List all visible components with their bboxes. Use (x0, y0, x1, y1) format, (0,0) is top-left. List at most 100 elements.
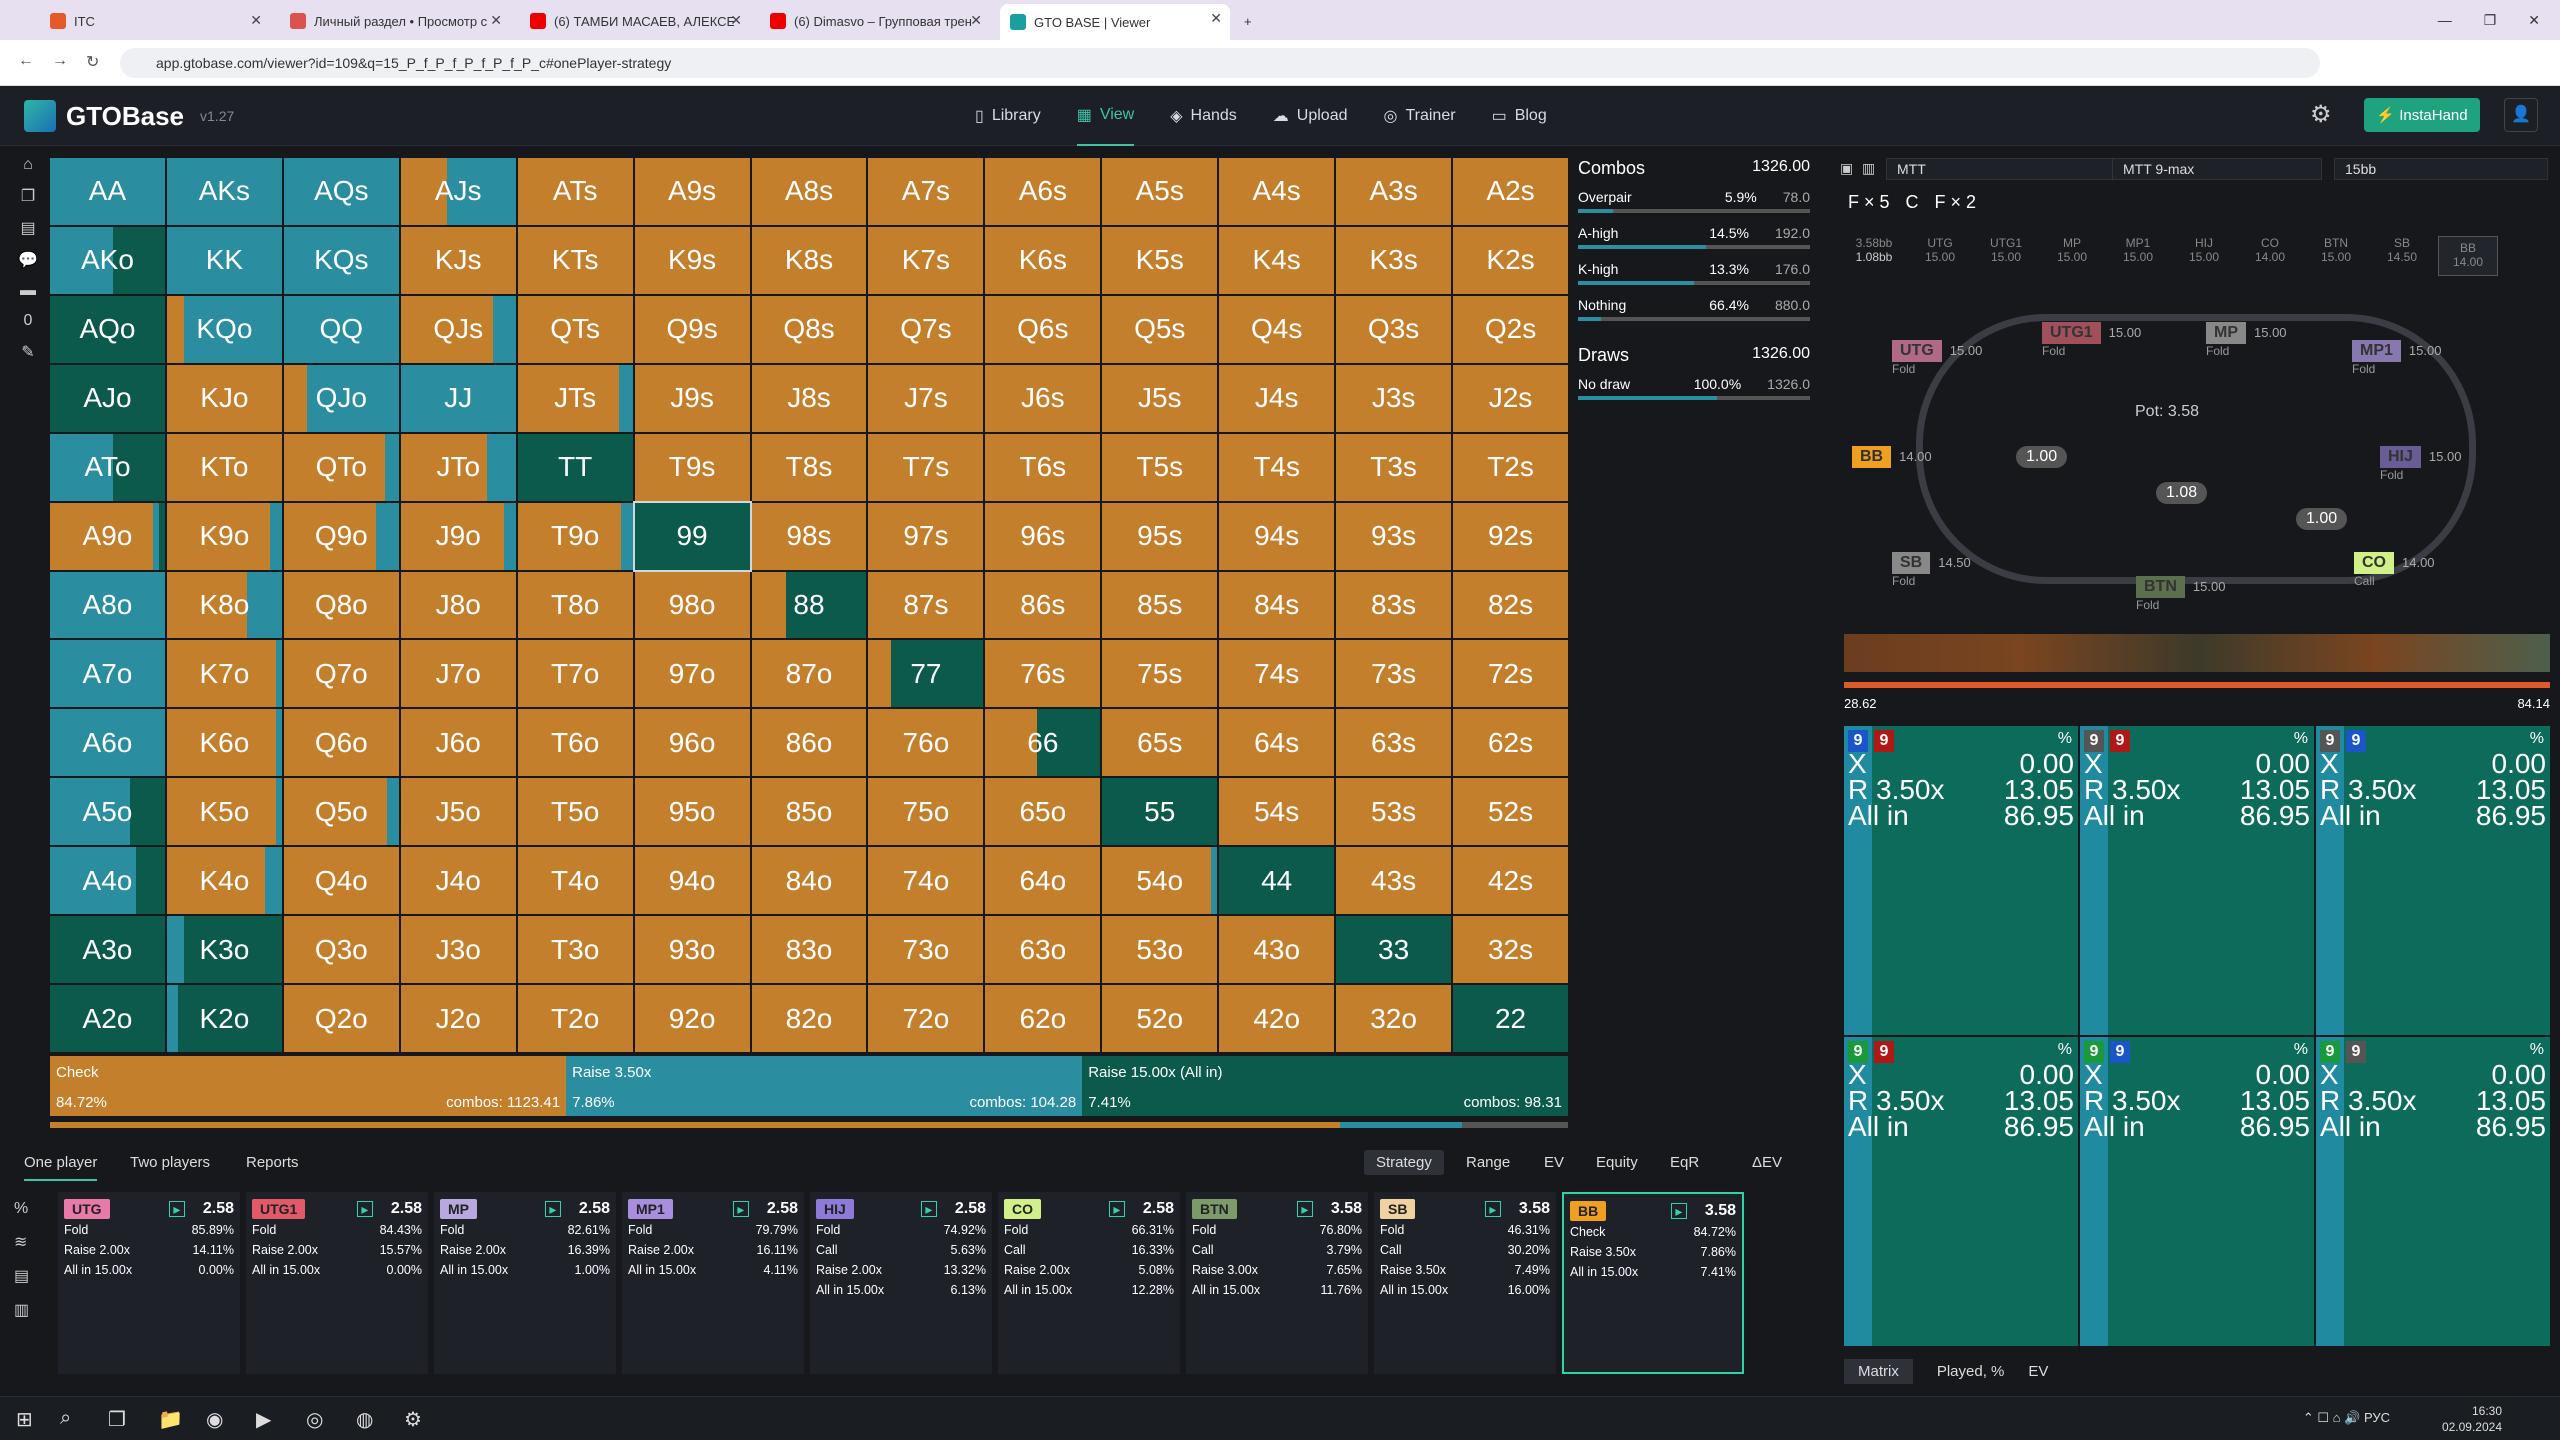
hand-cell[interactable]: K5s (1102, 226, 1218, 294)
hand-cell[interactable]: J8s (751, 364, 867, 432)
table-player[interactable]: MP1 15.00 Fold (2352, 340, 2441, 376)
action-segment[interactable]: Raise 15.00x (All in) 7.41% combos: 98.31 (1082, 1056, 1568, 1116)
hand-cell[interactable]: ATo (50, 433, 165, 501)
tab-ev[interactable]: EV (1544, 1154, 1564, 1171)
hand-cell[interactable]: 32s (1453, 916, 1568, 984)
instahand-button[interactable]: ⚡ InstaHand (2364, 98, 2480, 132)
hand-cell[interactable]: Q4o (283, 847, 399, 915)
combo-card[interactable]: 9 9% X 0.00 R 3.50x 13.05 All in 86.95 (1844, 1037, 2078, 1346)
hand-cell[interactable]: 22 (1453, 985, 1568, 1052)
hand-cell[interactable]: Q7s (868, 295, 984, 363)
back-icon[interactable]: ← (18, 52, 34, 70)
hand-cell[interactable]: 65s (1102, 709, 1218, 777)
hand-cell[interactable]: 42s (1453, 847, 1568, 915)
play-icon[interactable]: ▸ (544, 1201, 561, 1217)
hand-cell[interactable]: TT (517, 433, 633, 501)
hand-cell[interactable]: QTo (283, 433, 399, 501)
hand-cell[interactable]: A6s (985, 158, 1101, 225)
table-player[interactable]: UTG1 15.00 Fold (2042, 322, 2141, 358)
hand-cell[interactable]: 64o (985, 847, 1101, 915)
hand-cell[interactable]: 42o (1219, 985, 1335, 1052)
hand-cell[interactable]: T9o (517, 502, 633, 570)
hand-cell[interactable]: 53o (1102, 916, 1218, 984)
hand-cell[interactable]: KQo (166, 295, 282, 363)
action-step[interactable]: C (1906, 192, 1919, 213)
hand-cell[interactable]: J3s (1336, 364, 1452, 432)
hand-cell[interactable]: KJo (166, 364, 282, 432)
hand-cell[interactable]: A5o (50, 778, 165, 846)
seat-cell[interactable]: MP 15.00 (2042, 236, 2102, 264)
hand-cell[interactable]: 43o (1219, 916, 1335, 984)
hand-cell[interactable]: J4o (400, 847, 516, 915)
seat-cell[interactable]: CO 14.00 (2240, 236, 2300, 264)
hand-cell[interactable]: T9s (634, 433, 750, 501)
hand-cell[interactable]: A9o (50, 502, 165, 570)
hand-cell[interactable]: T6o (517, 709, 633, 777)
hand-cell[interactable]: QQ (283, 295, 399, 363)
hand-cell[interactable]: 76o (868, 709, 984, 777)
tab-close-icon[interactable]: ✕ (1210, 10, 1222, 27)
hand-cell[interactable]: 72s (1453, 640, 1568, 708)
hand-cell[interactable]: J2o (400, 985, 516, 1052)
hand-cell[interactable]: Q8o (283, 571, 399, 639)
hand-cell[interactable]: T2o (517, 985, 633, 1052)
app3-icon[interactable]: ⚙ (404, 1407, 422, 1432)
hand-cell[interactable]: 84o (751, 847, 867, 915)
hand-cell[interactable]: Q5s (1102, 295, 1218, 363)
combo-card[interactable]: 9 9% X 0.00 R 3.50x 13.05 All in 86.95 (2316, 726, 2550, 1035)
nav-trainer[interactable]: ◎ Trainer (1384, 86, 1456, 146)
hand-cell[interactable]: 92s (1453, 502, 1568, 570)
hand-cell[interactable]: JJ (400, 364, 516, 432)
hand-cell[interactable]: Q9s (634, 295, 750, 363)
hand-cell[interactable]: AQo (50, 295, 165, 363)
combo-card[interactable]: 9 9% X 0.00 R 3.50x 13.05 All in 86.95 (2080, 1037, 2314, 1346)
hand-cell[interactable]: A8s (751, 158, 867, 225)
hand-cell[interactable]: JTs (517, 364, 633, 432)
hand-cell[interactable]: J5s (1102, 364, 1218, 432)
edge-icon[interactable]: ◉ (206, 1407, 223, 1432)
hand-cell[interactable]: K2s (1453, 226, 1568, 294)
comment-icon[interactable]: ✎ (21, 342, 34, 362)
player-card[interactable]: MP ▸ 2.58 Fold 82.61% Raise 2.00x 16.39% All in… (434, 1192, 616, 1374)
seat-cell[interactable]: UTG 15.00 (1910, 236, 1970, 264)
hand-cell[interactable]: K9o (166, 502, 282, 570)
hand-cell[interactable]: 75s (1102, 640, 1218, 708)
hand-cell[interactable]: K6o (166, 709, 282, 777)
combo-row[interactable]: No draw 100.0% 1326.0 (1578, 376, 1810, 396)
tab-two-players[interactable]: Two players (130, 1154, 210, 1171)
forward-icon[interactable]: → (52, 52, 68, 70)
player-card[interactable]: HIJ ▸ 2.58 Fold 74.92% Call 5.63% Raise 2.00x 13… (810, 1192, 992, 1374)
hand-cell[interactable]: K9s (634, 226, 750, 294)
hand-cell[interactable]: A6o (50, 709, 165, 777)
play-icon[interactable]: ▸ (356, 1201, 373, 1217)
new-tab-icon[interactable]: + (1234, 6, 1252, 36)
off-icon[interactable]: 0 (24, 312, 33, 330)
browser-tab[interactable]: (6) ТАМБИ МАСАЕВ, АЛЕКСЕЙ ✕ (520, 6, 750, 36)
hand-cell[interactable]: 87o (751, 640, 867, 708)
hand-cell[interactable]: J7o (400, 640, 516, 708)
hand-cell[interactable]: 62s (1453, 709, 1568, 777)
hand-cell[interactable]: T5o (517, 778, 633, 846)
hand-cell[interactable]: K5o (166, 778, 282, 846)
hand-cell[interactable]: J4s (1219, 364, 1335, 432)
hand-cell[interactable]: Q5o (283, 778, 399, 846)
hand-cell[interactable]: ATs (517, 158, 633, 225)
hand-cell[interactable]: AKo (50, 226, 165, 294)
table-player[interactable]: CO 14.00 Call (2354, 552, 2435, 588)
tab-close-icon[interactable]: ✕ (250, 12, 262, 29)
hand-cell[interactable]: T7o (517, 640, 633, 708)
table-player[interactable]: UTG 15.00 Fold (1892, 340, 1982, 376)
hand-cell[interactable]: A7o (50, 640, 165, 708)
hand-cell[interactable]: T8s (751, 433, 867, 501)
hand-cell[interactable]: QTs (517, 295, 633, 363)
hand-cell[interactable]: 75o (868, 778, 984, 846)
percent-icon[interactable]: % (14, 1200, 29, 1218)
tab-played[interactable]: Played, % (1937, 1363, 2005, 1380)
hand-cell[interactable]: T5s (1102, 433, 1218, 501)
hand-cell[interactable]: 43s (1336, 847, 1452, 915)
hand-cell[interactable]: A7s (868, 158, 984, 225)
hand-cell[interactable]: T7s (868, 433, 984, 501)
table-icon[interactable]: ▣ (1840, 160, 1853, 177)
layers-icon[interactable]: ▤ (20, 218, 35, 238)
seat-cell[interactable]: 3.58bb 1.08bb (1844, 236, 1904, 264)
